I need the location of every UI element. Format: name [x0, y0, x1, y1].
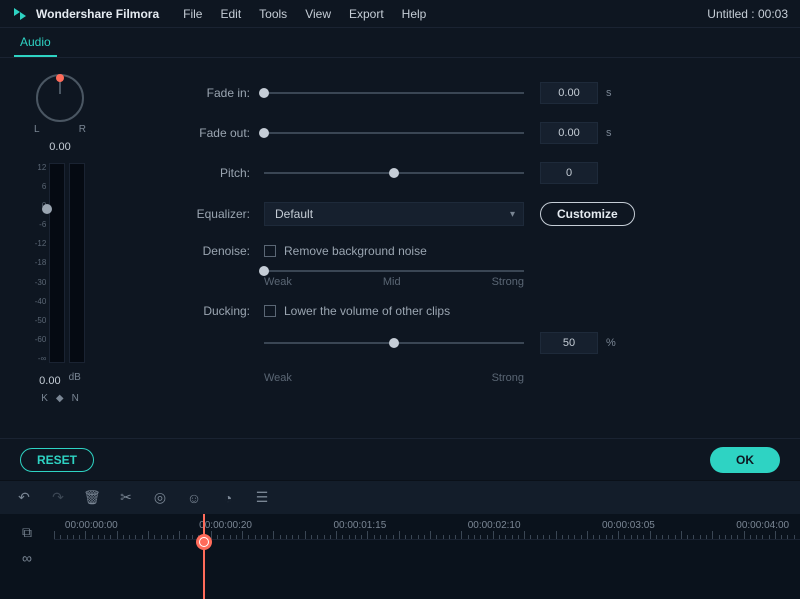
pan-knob[interactable] [36, 74, 84, 122]
pan-left-label: L [34, 124, 40, 135]
document-title: Untitled : 00:03 [707, 7, 788, 21]
keyframe-marker-icon[interactable]: ◆ [56, 393, 64, 404]
menu-file[interactable]: File [183, 7, 202, 21]
ducking-weak-label: Weak [264, 372, 292, 384]
settings-icon[interactable]: ☰ [254, 490, 270, 506]
meter-value: 0.00 [39, 375, 60, 387]
denoise-checkbox-label: Remove background noise [284, 244, 427, 258]
fade-out-unit: s [606, 127, 624, 139]
menu-bar: File Edit Tools View Export Help [183, 7, 426, 21]
meter-right[interactable] [69, 163, 85, 363]
meter-scale: 12 6 0 -6 -12 -18 -30 -40 -50 -60 -∞ [35, 163, 47, 363]
pan-right-label: R [79, 124, 86, 135]
playhead-handle-icon[interactable] [196, 534, 212, 550]
menu-view[interactable]: View [305, 7, 331, 21]
menu-edit[interactable]: Edit [220, 7, 241, 21]
fade-out-label: Fade out: [180, 126, 250, 140]
keyframe-next-icon[interactable]: N [72, 393, 79, 404]
playhead[interactable] [203, 514, 205, 599]
denoise-label: Denoise: [180, 244, 250, 258]
audio-panel: L R 0.00 12 6 0 -6 -12 -18 -30 -40 -50 -… [0, 58, 800, 438]
timeline-toolbar: ↶ ↷ 🗑 ✂ ◎ ☺ ◔ ☰ [0, 480, 800, 514]
app-title: Wondershare Filmora [36, 7, 159, 21]
meter-unit: dB [69, 372, 81, 383]
fade-out-slider[interactable] [264, 132, 524, 134]
undo-icon[interactable]: ↶ [16, 490, 32, 506]
menu-export[interactable]: Export [349, 7, 384, 21]
timeline-ruler-area[interactable]: 00:00:00:00 00:00:00:20 00:00:01:15 00:0… [54, 514, 800, 599]
tab-bar: Audio [0, 28, 800, 58]
timeline-ruler[interactable]: 00:00:00:00 00:00:00:20 00:00:01:15 00:0… [54, 514, 800, 540]
ducking-unit: % [606, 337, 624, 349]
speed-icon[interactable]: ☺ [186, 490, 202, 506]
volume-slider-thumb[interactable] [42, 204, 52, 214]
title-bar: Wondershare Filmora File Edit Tools View… [0, 0, 800, 28]
ducking-label: Ducking: [180, 304, 250, 318]
timeline: ⧉ ∞ 00:00:00:00 00:00:00:20 00:00:01:15 … [0, 514, 800, 599]
pitch-label: Pitch: [180, 166, 250, 180]
ducking-slider[interactable] [264, 342, 524, 344]
equalizer-label: Equalizer: [180, 207, 250, 221]
chevron-down-icon: ▾ [510, 209, 515, 220]
ducking-checkbox[interactable] [264, 305, 276, 317]
app-logo-icon [12, 6, 28, 22]
audio-form: Fade in: 0.00 s Fade out: 0.00 s Pitch: … [120, 58, 800, 438]
pitch-value[interactable]: 0 [540, 162, 598, 184]
redo-icon[interactable]: ↷ [50, 490, 66, 506]
ducking-checkbox-label: Lower the volume of other clips [284, 304, 450, 318]
pan-value: 0.00 [49, 141, 70, 153]
fade-in-unit: s [606, 87, 624, 99]
keyframe-prev-icon[interactable]: K [41, 393, 48, 404]
menu-help[interactable]: Help [402, 7, 427, 21]
reset-button[interactable]: RESET [20, 448, 94, 472]
fade-in-label: Fade in: [180, 86, 250, 100]
pan-labels: L R [34, 124, 86, 135]
denoise-mid-label: Mid [383, 276, 401, 288]
fade-out-value[interactable]: 0.00 [540, 122, 598, 144]
delete-icon[interactable]: 🗑 [84, 490, 100, 506]
fade-in-slider[interactable] [264, 92, 524, 94]
denoise-checkbox[interactable] [264, 245, 276, 257]
denoise-slider[interactable] [264, 270, 524, 272]
dialog-footer: RESET OK [0, 438, 800, 480]
link-icon[interactable]: ∞ [19, 550, 35, 566]
denoise-weak-label: Weak [264, 276, 292, 288]
ducking-value[interactable]: 50 [540, 332, 598, 354]
meter-panel: L R 0.00 12 6 0 -6 -12 -18 -30 -40 -50 -… [0, 58, 120, 438]
pitch-slider[interactable] [264, 172, 524, 174]
menu-tools[interactable]: Tools [259, 7, 287, 21]
track-manager-icon[interactable]: ⧉ [19, 524, 35, 540]
split-icon[interactable]: ✂ [118, 490, 134, 506]
ducking-strong-label: Strong [492, 372, 524, 384]
equalizer-value: Default [275, 207, 313, 221]
denoise-strong-label: Strong [492, 276, 524, 288]
duration-icon[interactable]: ◔ [220, 490, 236, 506]
crop-icon[interactable]: ◎ [152, 490, 168, 506]
ok-button[interactable]: OK [710, 447, 780, 473]
equalizer-select[interactable]: Default ▾ [264, 202, 524, 226]
fade-in-value[interactable]: 0.00 [540, 82, 598, 104]
customize-button[interactable]: Customize [540, 202, 635, 226]
meter-left[interactable] [49, 163, 65, 363]
tab-audio[interactable]: Audio [14, 29, 57, 57]
